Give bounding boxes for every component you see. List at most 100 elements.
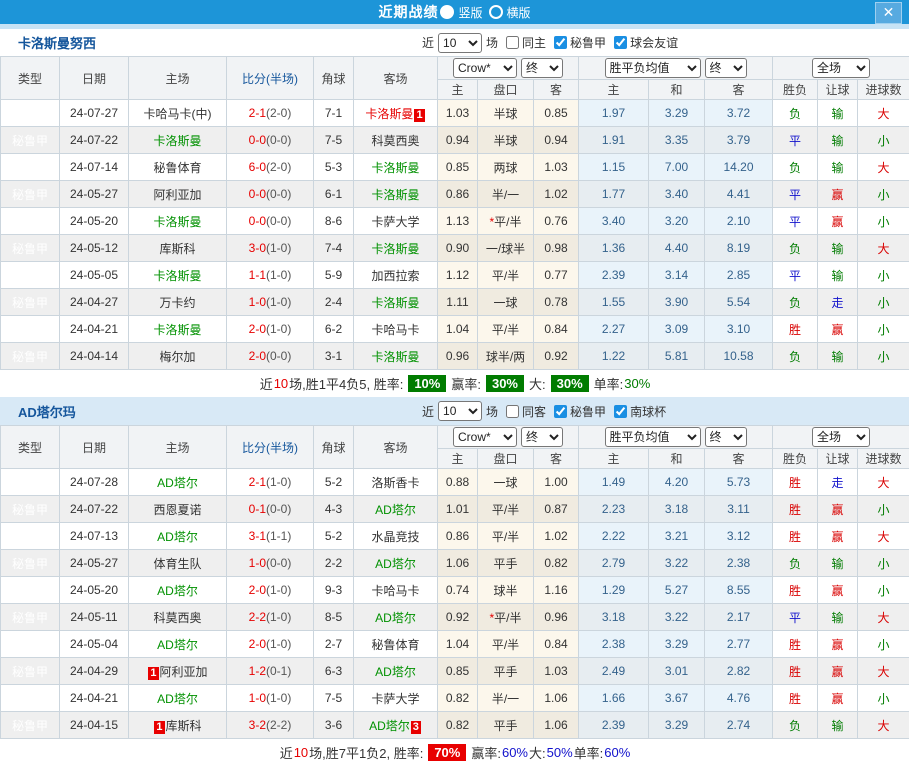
league-checkbox[interactable] xyxy=(554,405,567,418)
handicap-text: 平手 xyxy=(493,665,517,679)
result-wdl: 平 xyxy=(773,127,818,154)
score: 1-0(1-0) xyxy=(227,685,314,712)
odds-draw: 3.90 xyxy=(649,289,705,316)
team-text: 卡洛斯曼 xyxy=(365,107,413,121)
team-text: 卡哈马卡 xyxy=(371,323,419,337)
match-date: 24-05-27 xyxy=(60,181,129,208)
halftime-score: (0-0) xyxy=(266,133,291,147)
table-row: 秘鲁甲24-04-291阿利亚加1-2(0-1)6-3AD塔尔0.85平手1.0… xyxy=(1,658,909,685)
home-team: 卡哈马卡(中) xyxy=(129,100,227,127)
odds-away-win: 3.79 xyxy=(705,127,773,154)
title-bar: 近期战绩 竖版 横版 ✕ xyxy=(0,0,909,24)
handicap-away-odds: 0.82 xyxy=(534,550,579,577)
result-handicap: 赢 xyxy=(818,496,858,523)
corner-score: 6-2 xyxy=(314,316,354,343)
corner-score: 5-2 xyxy=(314,523,354,550)
final-odds-select[interactable]: 终 xyxy=(521,427,563,447)
home-team: 体育生队 xyxy=(129,550,227,577)
league-checkbox[interactable] xyxy=(554,36,567,49)
score: 3-2(2-2) xyxy=(227,712,314,739)
result-goals: 大 xyxy=(858,712,909,739)
match-date: 24-04-21 xyxy=(60,685,129,712)
match-count-select[interactable]: 10 xyxy=(438,401,482,421)
header-controls-row: 类型日期主场比分(半场)角球客场Crow*终胜平负均值终全场 xyxy=(1,426,909,449)
result-group-header: 全场 xyxy=(773,57,909,80)
home-team: 秘鲁体育 xyxy=(129,154,227,181)
corner-score: 5-2 xyxy=(314,469,354,496)
handicap-line: 平/半 xyxy=(478,523,534,550)
scope-select[interactable]: 全场 xyxy=(812,58,870,78)
result-handicap: 赢 xyxy=(818,316,858,343)
summary-part: 单率: xyxy=(594,374,624,393)
league-badge: 秘鲁甲 xyxy=(1,685,60,712)
sub-col-header: 和 xyxy=(649,80,705,100)
league-badge: 秘鲁甲 xyxy=(1,316,60,343)
league-label: 南球杯 xyxy=(630,403,666,420)
result-handicap: 赢 xyxy=(818,181,858,208)
halftime-score: (1-0) xyxy=(266,241,291,255)
away-team: 加西拉索 xyxy=(354,262,438,289)
radio-vertical-label[interactable]: 竖版 xyxy=(458,4,482,21)
home-team: 梅尔加 xyxy=(129,343,227,370)
handicap-away-odds: 1.06 xyxy=(534,712,579,739)
final-odds-select[interactable]: 终 xyxy=(521,58,563,78)
team-text: 卡洛斯曼 xyxy=(153,323,201,337)
fulltime-score: 1-0 xyxy=(249,556,266,570)
odds-source-select[interactable]: Crow* xyxy=(453,427,517,447)
wdl-avg-select[interactable]: 胜平负均值 xyxy=(605,58,701,78)
sub-col-header: 进球数 xyxy=(858,449,909,469)
scope-select[interactable]: 全场 xyxy=(812,427,870,447)
result-goals: 小 xyxy=(858,631,909,658)
handicap-away-odds: 1.16 xyxy=(534,577,579,604)
score: 0-1(0-0) xyxy=(227,496,314,523)
close-icon[interactable]: ✕ xyxy=(875,2,902,24)
handicap-text: 半球 xyxy=(493,134,517,148)
card-badge: 1 xyxy=(148,667,158,680)
odds-away-win: 2.38 xyxy=(705,550,773,577)
same-venue-label: 同主 xyxy=(522,34,546,51)
result-handicap: 走 xyxy=(818,289,858,316)
final-odds-select[interactable]: 终 xyxy=(705,58,747,78)
summary-part: 10 xyxy=(294,745,308,760)
handicap-away-odds: 0.77 xyxy=(534,262,579,289)
result-goals: 大 xyxy=(858,469,909,496)
corner-score: 8-6 xyxy=(314,208,354,235)
table-row: 秘鲁甲24-05-05卡洛斯曼1-1(1-0)5-9加西拉索1.12平/半0.7… xyxy=(1,262,909,289)
league-checkbox[interactable] xyxy=(614,36,627,49)
team-text: 卡哈马卡 xyxy=(371,584,419,598)
league-checkbox[interactable] xyxy=(614,405,627,418)
odds-source-select[interactable]: Crow* xyxy=(453,58,517,78)
odds-home-win: 1.55 xyxy=(579,289,649,316)
team-text: 卡洛斯曼 xyxy=(371,242,419,256)
odds-away-win: 5.73 xyxy=(705,469,773,496)
away-team: AD塔尔 xyxy=(354,604,438,631)
match-date: 24-04-15 xyxy=(60,712,129,739)
table-row: 秘鲁甲24-07-13AD塔尔3-1(1-1)5-2水晶竞技0.86平/半1.0… xyxy=(1,523,909,550)
same-venue-checkbox[interactable] xyxy=(506,405,519,418)
summary-part: 10 xyxy=(274,376,288,391)
handicap-away-odds: 1.03 xyxy=(534,658,579,685)
league-badge: 秘鲁甲 xyxy=(1,100,60,127)
wdl-avg-select[interactable]: 胜平负均值 xyxy=(605,427,701,447)
same-venue-checkbox[interactable] xyxy=(506,36,519,49)
table-row: 秘鲁甲24-05-12库斯科3-0(1-0)7-4卡洛斯曼0.90一/球半0.9… xyxy=(1,235,909,262)
corner-score: 2-2 xyxy=(314,550,354,577)
col-header: 类型 xyxy=(1,426,60,469)
summary-part: 单率: xyxy=(574,743,604,762)
radio-horizontal-label[interactable]: 横版 xyxy=(507,4,531,21)
result-handicap: 输 xyxy=(818,262,858,289)
team-text: 梅尔加 xyxy=(159,350,195,364)
match-count-select[interactable]: 10 xyxy=(438,33,482,53)
handicap-line: 一球 xyxy=(478,289,534,316)
handicap-text: 平/半 xyxy=(494,611,521,625)
handicap-line: 球半 xyxy=(478,577,534,604)
team-text: 万卡约 xyxy=(159,296,195,310)
radio-vertical-selected[interactable] xyxy=(440,5,454,19)
handicap-home-odds: 0.85 xyxy=(438,658,478,685)
table-row: 秘鲁甲24-07-14秘鲁体育6-0(2-0)5-3卡洛斯曼0.85两球1.03… xyxy=(1,154,909,181)
result-goals: 小 xyxy=(858,685,909,712)
odds-home-win: 1.36 xyxy=(579,235,649,262)
final-odds-select[interactable]: 终 xyxy=(705,427,747,447)
corner-score: 5-3 xyxy=(314,154,354,181)
radio-horizontal[interactable] xyxy=(489,5,503,19)
